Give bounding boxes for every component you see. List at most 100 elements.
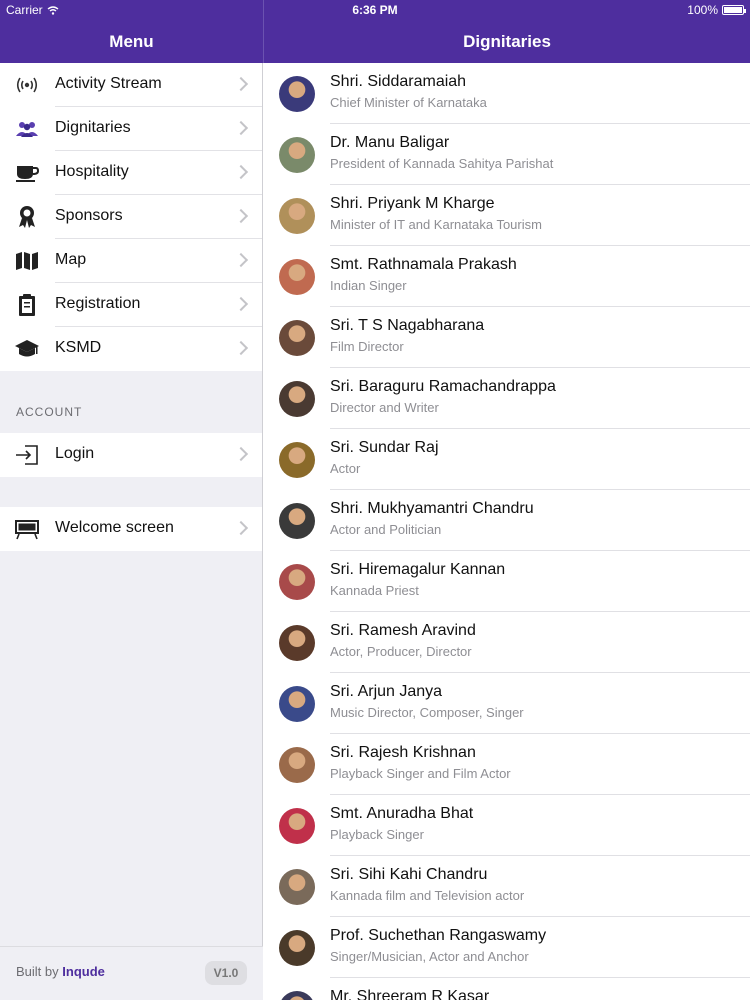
list-item[interactable]: Sri. Sundar Raj Actor	[264, 429, 750, 490]
dignitary-title: Film Director	[330, 339, 404, 354]
dignitary-name: Sri. Hiremagalur Kannan	[330, 561, 506, 578]
dignitary-title: Director and Writer	[330, 400, 439, 415]
avatar	[279, 381, 315, 417]
dignitary-name: Shri. Priyank M Kharge	[330, 195, 495, 212]
list-item[interactable]: Dr. Manu Baligar President of Kannada Sah…	[264, 124, 750, 185]
sidebar-item-label: Hospitality	[55, 163, 129, 180]
dignitary-title: Singer/Musician, Actor and Anchor	[330, 949, 529, 964]
sidebar-item-welcome-screen[interactable]: Welcome screen	[0, 507, 262, 551]
avatar	[279, 686, 315, 722]
dignitary-name: Sri. Baraguru Ramachandrappa	[330, 378, 556, 395]
dignitary-title: Chief Minister of Karnataka	[330, 95, 487, 110]
dignitary-title: Actor and Politician	[330, 522, 442, 537]
map-icon	[14, 249, 40, 273]
built-by-text: Built by Inqude	[16, 964, 105, 979]
clipboard-icon	[14, 293, 40, 317]
list-item[interactable]: Smt. Rathnamala Prakash Indian Singer	[264, 246, 750, 307]
dignitary-title: Playback Singer and Film Actor	[330, 766, 511, 781]
sidebar-item-label: KSMD	[55, 339, 102, 356]
avatar	[279, 564, 315, 600]
dignitary-title: Music Director, Composer, Singer	[330, 705, 524, 720]
list-item[interactable]: Sri. Rajesh Krishnan Playback Singer and …	[264, 734, 750, 795]
chevron-right-icon	[233, 76, 249, 92]
dignitary-name: Mr. Shreeram R Kasar	[330, 988, 490, 1000]
top-bar: Carrier 6:36 PM 100% Menu Dignitaries	[0, 0, 750, 63]
sidebar-footer: Built by Inqude V1.0	[0, 946, 263, 1000]
chevron-right-icon	[233, 296, 249, 312]
avatar	[279, 808, 315, 844]
sidebar-item-label: Map	[55, 251, 87, 268]
people-icon	[14, 117, 40, 141]
dignitary-name: Sri. Sihi Kahi Chandru	[330, 866, 488, 883]
dignitary-name: Sri. Sundar Raj	[330, 439, 439, 456]
sidebar-item-label: Activity Stream	[55, 75, 162, 92]
list-item[interactable]: Sri. T S Nagabharana Film Director	[264, 307, 750, 368]
dignitary-name: Smt. Anuradha Bhat	[330, 805, 474, 822]
list-item[interactable]: Sri. Arjun Janya Music Director, Composer…	[264, 673, 750, 734]
list-item[interactable]: Smt. Anuradha Bhat Playback Singer	[264, 795, 750, 856]
sidebar-item-label: Welcome screen	[55, 519, 174, 536]
dignitary-title: Kannada film and Television actor	[330, 888, 525, 903]
battery-icon	[722, 5, 746, 15]
sidebar-item-label: Dignitaries	[55, 119, 131, 136]
sidebar-item-sponsors[interactable]: Sponsors	[0, 195, 262, 239]
avatar	[279, 320, 315, 356]
login-icon	[14, 443, 40, 467]
welcome-menu: Welcome screen	[0, 507, 262, 551]
dignitary-name: Shri. Mukhyamantri Chandru	[330, 500, 534, 517]
built-by-label: Built by	[16, 964, 59, 979]
avatar	[279, 625, 315, 661]
presentation-board-icon	[14, 517, 40, 541]
list-item[interactable]: Sri. Sihi Kahi Chandru Kannada film and T…	[264, 856, 750, 917]
sidebar-item-label: Login	[55, 445, 95, 462]
chevron-right-icon	[233, 252, 249, 268]
dignitary-title: Kannada Priest	[330, 583, 419, 598]
version-badge: V1.0	[205, 961, 247, 985]
dignitary-title: President of Kannada Sahitya Parishat	[330, 156, 554, 171]
list-item[interactable]: Shri. Priyank M Kharge Minister of IT and…	[264, 185, 750, 246]
sidebar-item-map[interactable]: Map	[0, 239, 262, 283]
chevron-right-icon	[233, 164, 249, 180]
menu-title: Menu	[109, 32, 154, 51]
account-menu: Login	[0, 433, 262, 477]
sidebar-item-activity-stream[interactable]: Activity Stream	[0, 63, 262, 107]
dignitary-title: Indian Singer	[330, 278, 407, 293]
avatar	[279, 198, 315, 234]
avatar	[279, 991, 315, 1000]
chevron-right-icon	[233, 208, 249, 224]
battery-percent: 100%	[687, 3, 718, 17]
dignitary-name: Sri. Arjun Janya	[330, 683, 443, 700]
dignitary-name: Smt. Rathnamala Prakash	[330, 256, 517, 273]
chevron-right-icon	[233, 520, 249, 536]
list-item[interactable]: Shri. Siddaramaiah Chief Minister of Karn…	[264, 63, 750, 124]
sidebar-item-hospitality[interactable]: Hospitality	[0, 151, 262, 195]
chevron-right-icon	[233, 446, 249, 462]
list-item[interactable]: Mr. Shreeram R Kasar	[264, 978, 750, 1000]
sidebar-item-dignitaries[interactable]: Dignitaries	[0, 107, 262, 151]
list-item[interactable]: Sri. Ramesh Aravind Actor, Producer, Dire…	[264, 612, 750, 673]
dignitary-title: Actor	[330, 461, 361, 476]
list-item[interactable]: Sri. Baraguru Ramachandrappa Director and…	[264, 368, 750, 429]
main-menu: Activity Stream Dignitaries Hospitality	[0, 63, 262, 371]
dignitary-title: Playback Singer	[330, 827, 424, 842]
list-item[interactable]: Sri. Hiremagalur Kannan Kannada Priest	[264, 551, 750, 612]
avatar	[279, 259, 315, 295]
list-item[interactable]: Shri. Mukhyamantri Chandru Actor and Poli…	[264, 490, 750, 551]
sidebar: Activity Stream Dignitaries Hospitality	[0, 63, 263, 1000]
dignitary-name: Dr. Manu Baligar	[330, 134, 450, 151]
brand-link[interactable]: Inqude	[62, 964, 105, 979]
sidebar-item-registration[interactable]: Registration	[0, 283, 262, 327]
status-time: 6:36 PM	[352, 3, 398, 17]
dignitary-name: Sri. Rajesh Krishnan	[330, 744, 476, 761]
dignitaries-list: Shri. Siddaramaiah Chief Minister of Karn…	[264, 63, 750, 1000]
avatar	[279, 869, 315, 905]
dignitary-title: Actor, Producer, Director	[330, 644, 472, 659]
avatar	[279, 76, 315, 112]
list-item[interactable]: Prof. Suchethan Rangaswamy Singer/Musicia…	[264, 917, 750, 978]
avatar	[279, 442, 315, 478]
sidebar-item-ksmd[interactable]: KSMD	[0, 327, 262, 371]
status-bar: Carrier 6:36 PM 100%	[0, 0, 750, 20]
award-ribbon-icon	[14, 205, 40, 229]
sidebar-item-login[interactable]: Login	[0, 433, 262, 477]
